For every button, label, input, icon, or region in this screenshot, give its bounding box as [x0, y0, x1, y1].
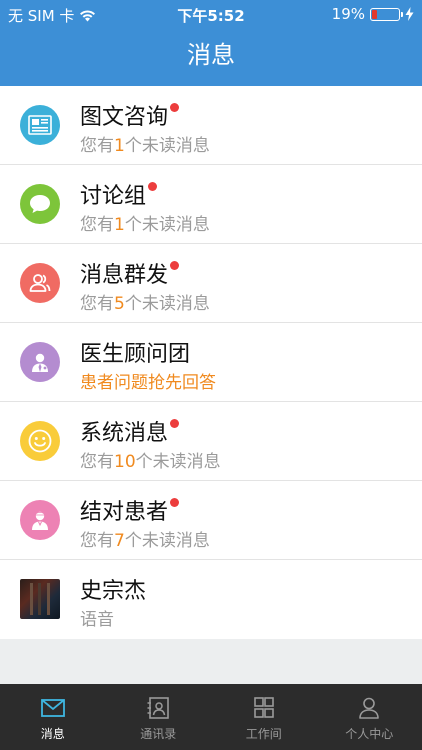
message-list: 图文咨询 您有1个未读消息 讨论组 您有1个未读消息 消息群发 您有5个未读消息	[0, 86, 422, 639]
item-title: 讨论组	[80, 184, 147, 209]
grid-icon	[253, 697, 274, 718]
smiley-icon	[20, 421, 60, 461]
list-item-image-text-consult[interactable]: 图文咨询 您有1个未读消息	[0, 86, 422, 165]
item-title: 结对患者	[80, 500, 169, 525]
list-item-paired-patients[interactable]: 结对患者 您有7个未读消息	[0, 481, 422, 560]
unread-dot	[170, 261, 180, 270]
page-title: 消息	[0, 30, 422, 86]
mail-icon	[40, 699, 65, 717]
tab-label: 通讯录	[140, 727, 177, 741]
item-subtitle: 您有7个未读消息	[80, 531, 210, 551]
unread-dot	[170, 498, 180, 507]
item-title: 消息群发	[80, 263, 169, 288]
battery-icon	[370, 7, 403, 21]
item-subtitle: 患者问题抢先回答	[80, 373, 216, 393]
unread-count: 5	[114, 294, 125, 314]
group-users-icon	[20, 263, 60, 303]
charging-bolt-icon	[405, 7, 414, 21]
unread-dot	[170, 419, 180, 428]
contacts-icon	[147, 697, 170, 719]
tab-messages[interactable]: 消息	[0, 684, 106, 750]
item-subtitle: 您有1个未读消息	[80, 215, 210, 235]
person-icon	[359, 697, 380, 719]
unread-count: 7	[114, 531, 125, 551]
list-item-contact-chat[interactable]: 史宗杰 语音	[0, 560, 422, 639]
item-title: 图文咨询	[80, 105, 169, 130]
list-item-system-messages[interactable]: 系统消息 您有10个未读消息	[0, 402, 422, 481]
battery-percent: 19%	[331, 5, 365, 23]
chat-bubble-icon	[20, 184, 60, 224]
unread-dot	[148, 182, 158, 191]
tab-label: 消息	[40, 727, 65, 741]
status-bar: 无 SIM 卡 下午5:52 19%	[0, 0, 422, 30]
tab-profile[interactable]: 个人中心	[317, 684, 422, 750]
tab-workspace[interactable]: 工作间	[211, 684, 317, 750]
item-title: 史宗杰	[80, 579, 147, 604]
unread-count: 1	[114, 136, 125, 156]
list-item-doctor-advisory[interactable]: 医生顾问团 患者问题抢先回答	[0, 323, 422, 402]
item-title: 系统消息	[80, 421, 169, 446]
tab-bar: 消息 通讯录 工作间 个人中心	[0, 684, 422, 750]
tab-label: 工作间	[245, 727, 282, 741]
doctor-icon	[20, 342, 60, 382]
item-subtitle: 您有10个未读消息	[80, 452, 221, 472]
unread-count: 1	[114, 215, 125, 235]
unread-dot	[170, 103, 180, 112]
item-subtitle: 您有1个未读消息	[80, 136, 210, 156]
list-item-group-broadcast[interactable]: 消息群发 您有5个未读消息	[0, 244, 422, 323]
tab-label: 个人中心	[345, 727, 394, 741]
avatar	[20, 579, 60, 619]
newspaper-icon	[20, 105, 60, 145]
item-title: 医生顾问团	[80, 342, 191, 367]
list-item-discussion-group[interactable]: 讨论组 您有1个未读消息	[0, 165, 422, 244]
patient-icon	[20, 500, 60, 540]
item-subtitle: 您有5个未读消息	[80, 294, 210, 314]
unread-count: 10	[114, 452, 136, 472]
tab-contacts[interactable]: 通讯录	[106, 684, 212, 750]
item-subtitle: 语音	[80, 610, 114, 630]
